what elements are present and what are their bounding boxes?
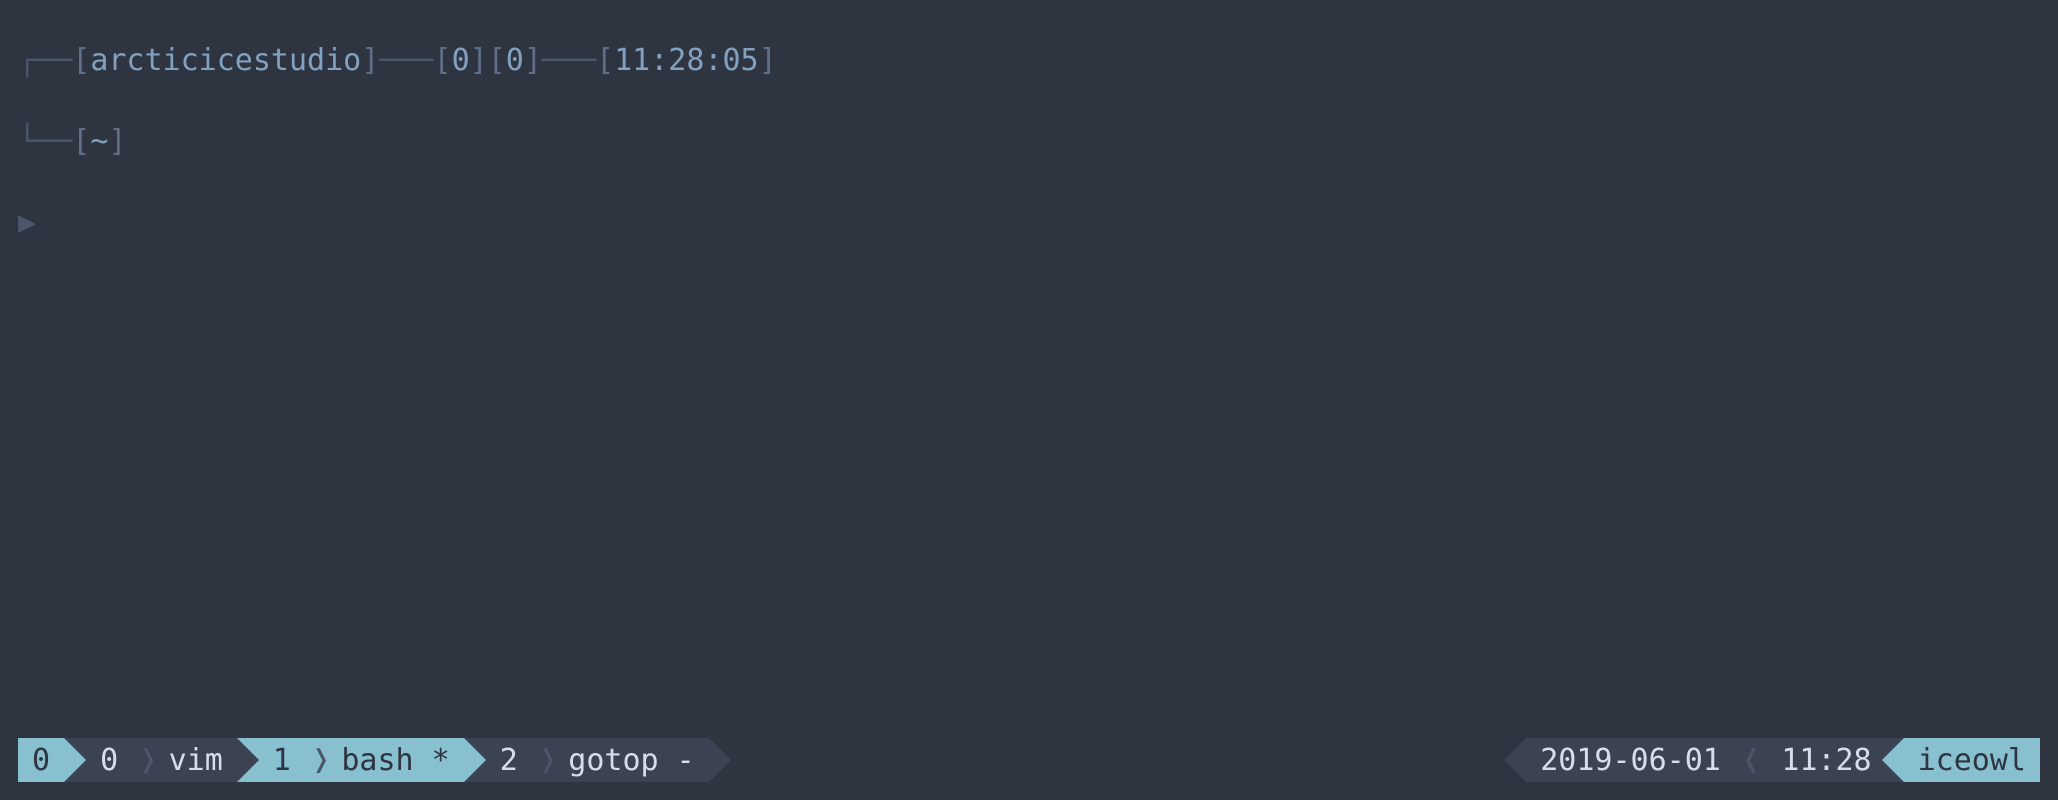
status-host: iceowl — [1918, 743, 2026, 778]
box-bottom-left: └── — [18, 124, 72, 159]
bracket-open: [ — [596, 43, 614, 78]
session-index: 0 — [32, 743, 50, 778]
prompt-time: 11:28:05 — [614, 43, 759, 78]
bracket-open: [ — [72, 43, 90, 78]
powerline-arrow-left-icon — [1882, 738, 1904, 782]
window-label: bash — [341, 743, 413, 778]
bracket-close: ] — [108, 124, 126, 159]
window-tab-1-active[interactable]: 1 — [259, 738, 305, 782]
window-index: 1 — [273, 743, 291, 778]
date-segment: 2019-06-01 — [1526, 738, 1735, 782]
window-tab-0[interactable]: 0 — [86, 738, 132, 782]
connector: ─── — [542, 43, 596, 78]
bracket-open: [ — [72, 124, 90, 159]
window-flag: - — [677, 743, 695, 778]
window-flag: * — [432, 743, 450, 778]
status-date: 2019-06-01 — [1540, 743, 1721, 778]
powerline-arrow-right-icon — [237, 738, 259, 782]
window-label: gotop — [568, 743, 658, 778]
bracket-close: ] — [470, 43, 488, 78]
terminal-output[interactable]: ┌──[arcticicestudio]───[0][0]───[11:28:0… — [0, 0, 2058, 243]
window-label: vim — [169, 743, 223, 778]
box-top-left: ┌── — [18, 43, 72, 78]
prompt-cwd: ~ — [90, 124, 108, 159]
window-index: 0 — [100, 743, 118, 778]
window-name-1[interactable]: bash * — [337, 738, 463, 782]
window-tab-2[interactable]: 2 — [486, 738, 532, 782]
prompt-status-1: 0 — [452, 43, 470, 78]
window-index: 2 — [500, 743, 518, 778]
chevron-right-icon: ❭ — [305, 738, 337, 782]
host-segment: iceowl — [1904, 738, 2040, 782]
bracket-close: ] — [524, 43, 542, 78]
bracket-close: ] — [361, 43, 379, 78]
session-segment[interactable]: 0 — [18, 738, 64, 782]
prompt-caret-icon: ▶ — [18, 205, 36, 240]
window-name-0[interactable]: vim — [165, 738, 237, 782]
powerline-arrow-right-icon — [64, 738, 86, 782]
time-segment: 11:28 — [1767, 738, 1881, 782]
chevron-right-icon: ❭ — [532, 738, 564, 782]
bracket-open: [ — [488, 43, 506, 78]
tmux-statusbar: 0 0 ❭ vim 1 ❭ bash * 2 ❭ gotop - — [18, 738, 2040, 782]
prompt-user: arcticicestudio — [90, 43, 361, 78]
chevron-right-icon: ❭ — [132, 738, 164, 782]
chevron-left-icon: ❬ — [1735, 738, 1767, 782]
bracket-close: ] — [759, 43, 777, 78]
prompt-status-2: 0 — [506, 43, 524, 78]
window-name-2[interactable]: gotop - — [564, 738, 708, 782]
connector: ─── — [379, 43, 433, 78]
status-time: 11:28 — [1781, 743, 1871, 778]
powerline-arrow-left-icon — [1504, 738, 1526, 782]
powerline-arrow-right-icon — [464, 738, 486, 782]
bracket-open: [ — [434, 43, 452, 78]
statusbar-spacer — [731, 738, 1505, 782]
powerline-arrow-right-icon — [709, 738, 731, 782]
